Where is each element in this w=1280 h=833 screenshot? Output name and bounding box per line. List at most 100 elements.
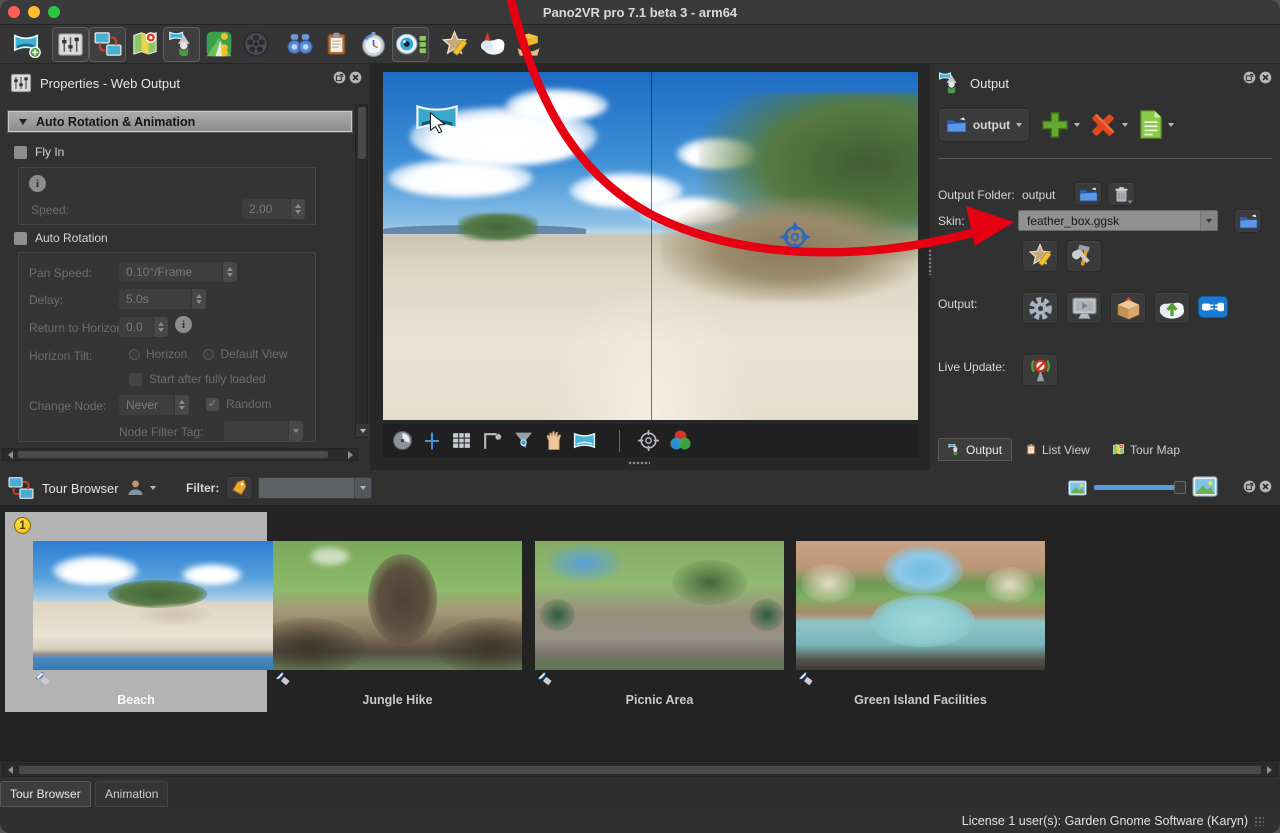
scroll-right-arrow[interactable] xyxy=(344,449,356,460)
panorama-thumbnail[interactable] xyxy=(33,541,282,670)
start-after-loaded-checkbox[interactable] xyxy=(129,373,142,386)
tour-item-beach[interactable]: 1 Beach xyxy=(5,512,267,712)
default-view-radio[interactable] xyxy=(203,349,214,360)
panorama-thumbnail[interactable] xyxy=(796,541,1045,670)
upload-output-button[interactable] xyxy=(1154,292,1190,324)
horizon-radio[interactable] xyxy=(129,349,140,360)
speed-stepper[interactable] xyxy=(291,199,305,219)
node-filter-tag-select[interactable] xyxy=(224,421,288,441)
street-view-button[interactable] xyxy=(200,27,237,62)
tab-tour-map[interactable]: Tour Map xyxy=(1102,438,1190,461)
scroll-left-arrow[interactable] xyxy=(4,764,17,776)
panorama-mode-icon[interactable] xyxy=(573,431,596,450)
delay-input[interactable]: 5.0s xyxy=(119,289,191,309)
panorama-canvas[interactable] xyxy=(383,72,918,420)
live-update-button[interactable] xyxy=(1022,354,1058,386)
skin-configuration-button[interactable] xyxy=(1066,240,1102,272)
scroll-down-arrow[interactable] xyxy=(356,424,369,437)
panorama-viewer[interactable] xyxy=(370,64,930,470)
filter-tag-button[interactable] xyxy=(226,476,253,500)
tab-tour-browser[interactable]: Tour Browser xyxy=(0,781,91,807)
tab-animation[interactable]: Animation xyxy=(95,781,168,807)
publish-tool-button[interactable] xyxy=(510,27,547,62)
float-panel-icon[interactable] xyxy=(333,71,346,84)
viewing-parameters-button[interactable] xyxy=(392,27,429,62)
resize-grip[interactable] xyxy=(1254,816,1264,826)
package-output-button[interactable] xyxy=(1110,292,1146,324)
fly-in-checkbox[interactable] xyxy=(14,146,27,159)
view-cone-icon[interactable] xyxy=(513,430,534,451)
node-filter-tag-dropdown[interactable] xyxy=(289,421,303,441)
timing-button[interactable] xyxy=(355,27,392,62)
delay-stepper[interactable] xyxy=(192,289,206,309)
properties-button[interactable] xyxy=(52,27,89,62)
scroll-right-arrow[interactable] xyxy=(1263,764,1276,776)
view-limits-icon[interactable] xyxy=(481,430,504,451)
open-output-folder-button[interactable] xyxy=(1074,182,1102,206)
float-panel-icon[interactable] xyxy=(1243,71,1256,84)
tour-item-green-island-facilities[interactable]: Green Island Facilities xyxy=(791,512,1050,712)
sort-mode-button[interactable] xyxy=(126,479,156,496)
tour-browser-scrollbar[interactable] xyxy=(2,763,1278,777)
pan-speed-stepper[interactable] xyxy=(223,262,237,282)
zoom-out-image-icon[interactable] xyxy=(1068,480,1087,496)
gnome-cloud-tool-button[interactable] xyxy=(473,27,510,62)
view-panorama-button[interactable] xyxy=(281,27,318,62)
target-icon[interactable] xyxy=(637,429,660,452)
auto-rotation-section-header[interactable]: Auto Rotation & Animation xyxy=(8,111,352,132)
pan-hand-icon[interactable] xyxy=(543,430,564,451)
preview-output-button[interactable] xyxy=(1066,292,1102,324)
grid-icon[interactable] xyxy=(451,430,472,451)
change-node-stepper[interactable] xyxy=(175,395,189,415)
return-to-horizon-input[interactable]: 0.0 xyxy=(119,317,153,337)
tour-browser-button[interactable] xyxy=(89,27,126,62)
horizontal-scrollbar[interactable] xyxy=(2,448,358,461)
tour-item-jungle-hike[interactable]: Jungle Hike xyxy=(268,512,527,712)
return-to-horizon-stepper[interactable] xyxy=(154,317,168,337)
vertical-scrollbar[interactable] xyxy=(355,104,368,438)
tour-map-button[interactable] xyxy=(126,27,163,62)
tab-output[interactable]: Output xyxy=(938,438,1012,461)
thumbnail-zoom-slider[interactable] xyxy=(1094,486,1182,490)
random-checkbox[interactable]: ✓ xyxy=(206,398,219,411)
projection-gauge-icon[interactable] xyxy=(392,430,413,451)
panorama-thumbnail[interactable] xyxy=(273,541,522,670)
splitter-handle[interactable] xyxy=(928,249,932,275)
tab-list-view[interactable]: List View xyxy=(1015,438,1100,461)
scrollbar-thumb[interactable] xyxy=(18,451,328,458)
float-panel-icon[interactable] xyxy=(1243,480,1256,493)
tour-item-picnic-area[interactable]: Picnic Area xyxy=(530,512,789,712)
zoom-in-image-icon[interactable] xyxy=(1192,476,1218,497)
close-panel-icon[interactable] xyxy=(1259,71,1272,84)
close-panel-icon[interactable] xyxy=(1259,480,1272,493)
change-node-select[interactable]: Never xyxy=(119,395,174,415)
add-output-button[interactable] xyxy=(1040,110,1080,140)
slider-handle[interactable] xyxy=(1174,481,1186,494)
plug-icon[interactable] xyxy=(1198,296,1228,318)
color-adjust-icon[interactable] xyxy=(669,429,692,452)
auto-rotation-checkbox[interactable] xyxy=(14,232,27,245)
info-icon[interactable]: i xyxy=(29,175,46,192)
speed-input[interactable]: 2.00 xyxy=(242,199,290,219)
scrollbar-thumb[interactable] xyxy=(358,107,366,159)
filter-combo[interactable] xyxy=(258,477,372,499)
output-selector[interactable]: output xyxy=(938,108,1030,142)
panorama-thumbnail[interactable] xyxy=(535,541,784,670)
animation-button[interactable] xyxy=(237,27,274,62)
delete-output-button[interactable] xyxy=(1088,110,1128,140)
list-view-button[interactable] xyxy=(318,27,355,62)
delete-output-folder-button[interactable] xyxy=(1107,182,1135,206)
edit-skin-button[interactable] xyxy=(1022,240,1058,272)
output-button[interactable] xyxy=(163,27,200,62)
output-list-button[interactable] xyxy=(1138,109,1174,140)
add-panorama-button[interactable] xyxy=(7,27,44,62)
output-settings-button[interactable] xyxy=(1022,292,1058,324)
skin-combo[interactable]: feather_box.ggsk xyxy=(1018,210,1218,231)
skin-editor-tool-button[interactable] xyxy=(436,27,473,62)
splitter-handle[interactable] xyxy=(628,461,650,465)
info-icon[interactable]: i xyxy=(175,316,192,333)
close-panel-icon[interactable] xyxy=(349,71,362,84)
scrollbar-thumb[interactable] xyxy=(19,766,1261,774)
open-skin-button[interactable] xyxy=(1234,209,1262,233)
scroll-left-arrow[interactable] xyxy=(4,449,16,460)
